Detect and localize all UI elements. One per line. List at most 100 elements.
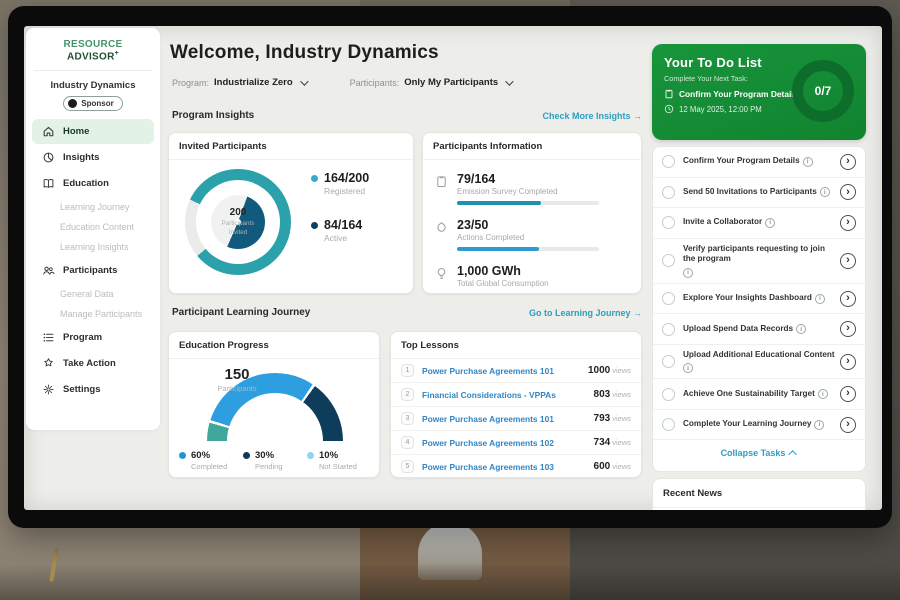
sidebar-item-insights[interactable]: Insights: [32, 145, 154, 170]
info-icon[interactable]: [820, 187, 830, 197]
lesson-row: 3Power Purchase Agreements 101793views: [391, 407, 641, 431]
collapse-tasks-label: Collapse Tasks: [721, 448, 786, 458]
todo-item-go-button[interactable]: [840, 184, 856, 200]
info-icon[interactable]: [765, 218, 775, 228]
gauge-legend-completed: 60%Completed: [179, 450, 243, 471]
donut-center-value: 200: [230, 207, 247, 218]
info-icon[interactable]: [796, 324, 806, 334]
todo-checkbox[interactable]: [662, 254, 675, 267]
lesson-link[interactable]: Power Purchase Agreements 101: [422, 366, 588, 376]
todo-item-go-button[interactable]: [840, 154, 856, 170]
participants-icon: [42, 264, 55, 277]
lesson-views-label: views: [612, 462, 631, 471]
todo-item-go-button[interactable]: [840, 386, 856, 402]
card-title: Participants Information: [423, 133, 641, 160]
sidebar-item-settings[interactable]: Settings: [32, 377, 154, 402]
check-more-insights-link[interactable]: Check More Insights →: [542, 111, 642, 121]
sidebar-item-education[interactable]: Education: [32, 171, 154, 196]
info-value: 1,000 GWh: [457, 264, 549, 278]
sidebar-item-learning-insights[interactable]: Learning Insights: [26, 237, 160, 257]
progress-bar: [457, 201, 599, 205]
sidebar-item-program[interactable]: Program: [32, 325, 154, 350]
go-to-learning-journey-link[interactable]: Go to Learning Journey →: [529, 308, 642, 318]
sidebar-nav: Home Insights EducationLearning JourneyEdu…: [26, 119, 160, 402]
todo-checkbox[interactable]: [662, 323, 675, 336]
sponsor-label: Sponsor: [81, 99, 113, 108]
todo-progress-value: 0/7: [815, 84, 832, 98]
info-icon[interactable]: [814, 420, 824, 430]
todo-item-label: Invite a Collaborator: [683, 217, 762, 228]
todo-item-go-button[interactable]: [840, 291, 856, 307]
sidebar-item-label: Participants: [63, 265, 117, 276]
sidebar-item-take-action[interactable]: Take Action: [32, 351, 154, 376]
info-label: Actions Completed: [457, 233, 599, 242]
org-name: Industry Dynamics: [26, 80, 160, 91]
legend-active: 84/164 Active: [311, 218, 369, 243]
sidebar-item-participants[interactable]: Participants: [32, 258, 154, 283]
todo-item-go-button[interactable]: [840, 321, 856, 337]
info-icon[interactable]: [683, 268, 693, 278]
chevron-up-icon: [789, 451, 797, 459]
todo-checkbox[interactable]: [662, 355, 675, 368]
lesson-views: 793views: [594, 413, 631, 424]
info-value: 23/50: [457, 218, 599, 232]
info-icon[interactable]: [818, 389, 828, 399]
todo-item-go-button[interactable]: [840, 215, 856, 231]
link-label: Check More Insights: [542, 111, 630, 121]
sidebar-item-education-content[interactable]: Education Content: [26, 217, 160, 237]
info-label: Total Global Consumption: [457, 279, 549, 288]
sidebar-item-manage-participants[interactable]: Manage Participants: [26, 304, 160, 324]
gauge-center-value: 150: [169, 366, 305, 383]
todo-item-send-50-invitations-to-participants: Send 50 Invitations to Participants: [653, 178, 865, 209]
todo-checkbox[interactable]: [662, 216, 675, 229]
sidebar-item-label: Insights: [63, 152, 99, 163]
todo-item-label: Complete Your Learning Journey: [683, 419, 811, 430]
invited-participants-card: Invited Participants 200 Participants In…: [168, 132, 414, 294]
collapse-tasks-link[interactable]: Collapse Tasks: [653, 440, 865, 466]
lesson-rank: 1: [401, 364, 414, 377]
todo-checkbox[interactable]: [662, 155, 675, 168]
todo-item-upload-spend-data-records: Upload Spend Data Records: [653, 314, 865, 345]
legend-dot: [307, 452, 314, 459]
gauge-center-label: Participants: [169, 384, 305, 393]
todo-item-label: Upload Spend Data Records: [683, 324, 793, 335]
lesson-link[interactable]: Power Purchase Agreements 101: [422, 414, 594, 424]
lesson-link[interactable]: Financial Considerations - VPPAs: [422, 390, 594, 400]
lesson-row: 1Power Purchase Agreements 1011000views: [391, 359, 641, 383]
todo-checkbox[interactable]: [662, 186, 675, 199]
todo-item-explore-your-insights-dashboard: Explore Your Insights Dashboard: [653, 284, 865, 315]
sidebar-item-general-data[interactable]: General Data: [26, 284, 160, 304]
todo-checkbox[interactable]: [662, 388, 675, 401]
lesson-link[interactable]: Power Purchase Agreements 102: [422, 438, 594, 448]
sponsor-badge[interactable]: Sponsor: [63, 96, 122, 111]
info-icon[interactable]: [815, 294, 825, 304]
participants-dropdown[interactable]: Participants: Only My Participants: [350, 77, 512, 88]
todo-item-go-button[interactable]: [840, 354, 856, 370]
legend-label: Completed: [191, 462, 227, 471]
todo-checkbox[interactable]: [662, 418, 675, 431]
info-value: 79/164: [457, 172, 599, 186]
card-title: Invited Participants: [169, 133, 413, 160]
todo-item-verify-participants-requesting-to-join-the-program: Verify participants requesting to join t…: [653, 239, 865, 284]
sidebar-item-label: Manage Participants: [60, 309, 142, 319]
legend-dot: [243, 452, 250, 459]
lesson-link[interactable]: Power Purchase Agreements 103: [422, 462, 594, 472]
todo-checkbox[interactable]: [662, 292, 675, 305]
program-dropdown[interactable]: Program: Industrialize Zero: [172, 77, 306, 88]
todo-next-task-label: Confirm Your Program Details: [679, 89, 798, 99]
todo-due-label: 12 May 2025, 12:00 PM: [679, 105, 762, 114]
todo-item-go-button[interactable]: [840, 253, 856, 269]
info-icon[interactable]: [803, 157, 813, 167]
todo-item-label: Send 50 Invitations to Participants: [683, 187, 817, 198]
info-icon[interactable]: [683, 363, 693, 373]
todo-item-go-button[interactable]: [840, 417, 856, 433]
todo-item-label: Achieve One Sustainability Target: [683, 389, 815, 400]
logo-advisor: ADVISOR: [67, 51, 115, 62]
sidebar-item-label: Learning Insights: [60, 242, 129, 252]
todo-item-achieve-one-sustainability-target: Achieve One Sustainability Target: [653, 379, 865, 410]
sidebar-item-home[interactable]: Home: [32, 119, 154, 144]
sidebar-item-learning-journey[interactable]: Learning Journey: [26, 197, 160, 217]
lesson-rank: 2: [401, 388, 414, 401]
sidebar-item-label: Take Action: [63, 358, 116, 369]
gauge-center: 150 Participants: [169, 366, 305, 393]
